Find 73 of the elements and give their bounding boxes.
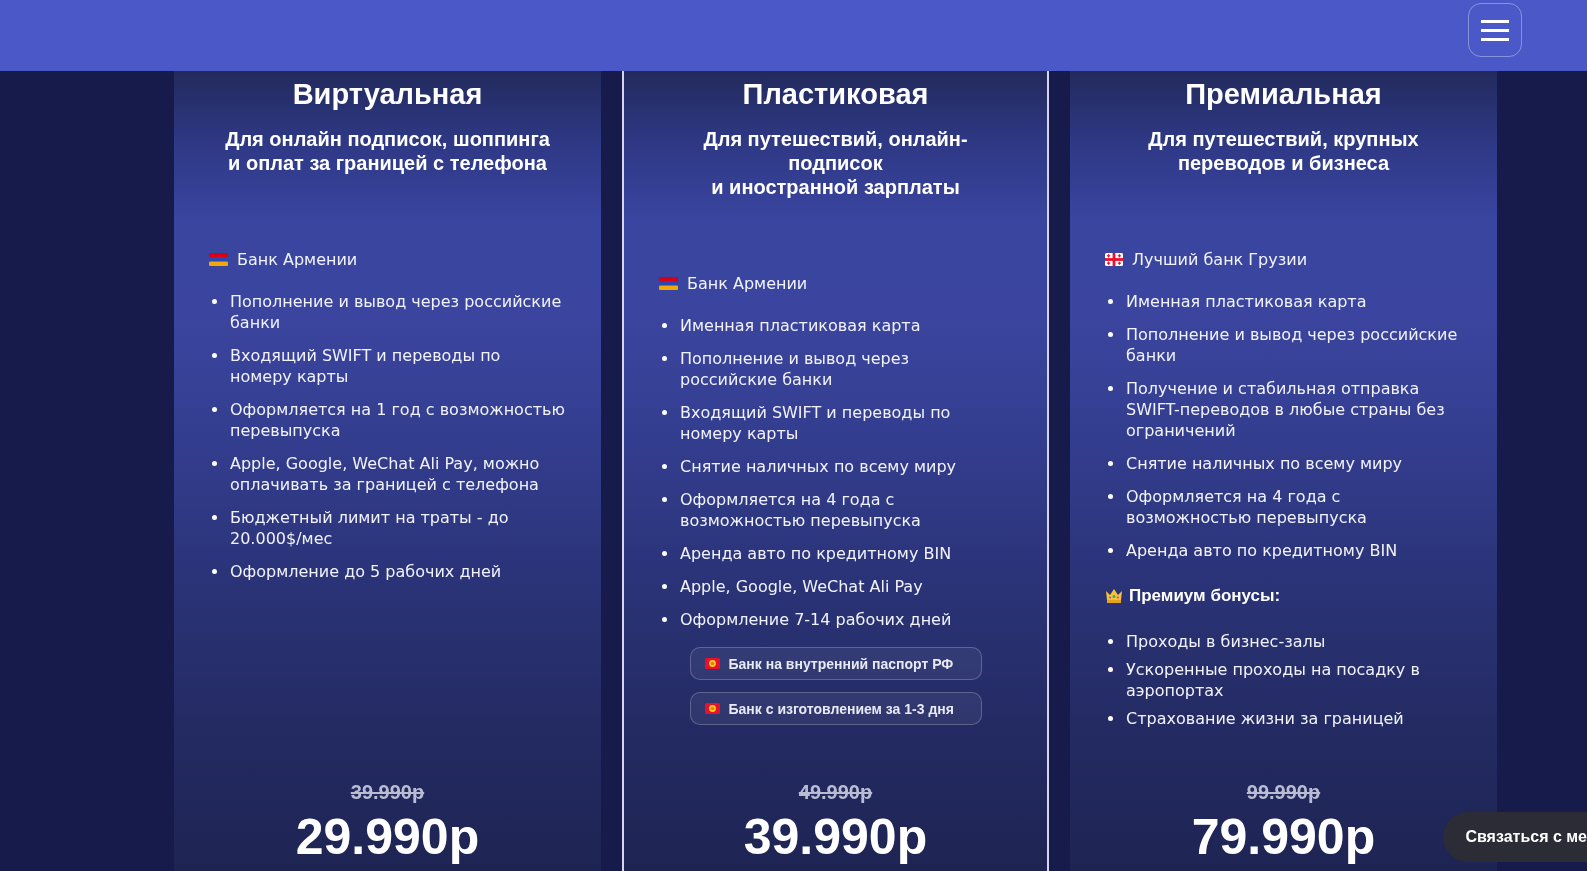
bank-name: Банк Армении [687, 273, 808, 294]
bullet-icon [662, 356, 667, 361]
feature-text: Аренда авто по кредитному BIN [1126, 540, 1398, 561]
bullet-icon [1108, 299, 1113, 304]
bullet-icon [662, 464, 667, 469]
feature-text: Apple, Google, WeChat Ali Pay, можно оплачивать за границей с телефона [230, 453, 541, 495]
plan-subtitle: Для онлайн подписок, шоппинга и оплат за границей с телефона [224, 127, 551, 175]
feature-text: Оформляется на 4 года с возможностью перевыпуска [1126, 486, 1368, 528]
bank-name: Банк Армении [237, 249, 358, 270]
flag-icon [704, 658, 720, 669]
feature-text: Проходы в бизнес-залы [1126, 631, 1326, 652]
feature-text: Именная пластиковая карта [680, 315, 921, 336]
bank-name: Лучший банк Грузии [1132, 249, 1308, 270]
bank-badge: Банк на внутренний паспорт РФ [689, 647, 982, 680]
menu-icon [1481, 19, 1509, 41]
bullet-icon [1108, 667, 1113, 672]
feature-text: Пополнение и вывод через российские банки [680, 348, 911, 390]
feature-text: Оформление 7-14 рабочих дней [680, 609, 952, 630]
bullet-icon [212, 407, 217, 412]
bullet-icon [1108, 639, 1113, 644]
feature-text: Пополнение и вывод через российские банки [230, 291, 563, 333]
bullet-icon [662, 617, 667, 622]
flag-icon [1105, 253, 1123, 266]
plan-subtitle: Для путешествий, крупных переводов и бизнеса [1147, 127, 1420, 175]
bullet-icon [662, 584, 667, 589]
plan-title: Пластиковая [741, 77, 930, 111]
feature-text: Снятие наличных по всему миру [680, 456, 957, 477]
old-price: 99.990р [1245, 780, 1322, 804]
feature-text: Снятие наличных по всему миру [1126, 453, 1403, 474]
bank-badge: Банк с изготовлением за 1-3 дня [689, 692, 982, 725]
feature-text: Именная пластиковая карта [1126, 291, 1367, 312]
feature-text: Входящий SWIFT и переводы по номеру карты [680, 402, 952, 444]
feature-text: Входящий SWIFT и переводы по номеру карты [230, 345, 502, 387]
plan-subtitle: Для путешествий, онлайн- подписок и иностранной зарплаты [702, 127, 969, 199]
feature-text: Оформляется на 1 год с возможностью перевыпуска [230, 399, 566, 441]
feature-text: Ускоренные проходы на посадку в аэропортах [1126, 659, 1421, 701]
bullet-icon [662, 551, 667, 556]
bullet-icon [212, 461, 217, 466]
feature-text: Получение и стабильная отправка SWIFT-переводов в любые страны без ограничений [1126, 378, 1446, 441]
bullet-icon [1108, 332, 1113, 337]
plan-title: Виртуальная [291, 77, 484, 111]
bullet-icon [662, 497, 667, 502]
bullet-icon [212, 299, 217, 304]
flag-icon [209, 253, 228, 266]
bullet-icon [212, 353, 217, 358]
bullet-icon [1108, 386, 1113, 391]
feature-text: Оформление до 5 рабочих дней [230, 561, 502, 582]
feature-text: Пополнение и вывод через российские банки [1126, 324, 1459, 366]
crown-icon [1105, 588, 1123, 603]
flag-icon [659, 277, 678, 290]
contact-button[interactable]: Связаться с ме [1443, 812, 1587, 862]
bullet-icon [212, 569, 217, 574]
feature-text: Бюджетный лимит на траты - до 20.000$/мес [230, 507, 510, 549]
plan-title: Премиальная [1184, 77, 1383, 111]
old-price: 49.990р [797, 780, 874, 804]
bullet-icon [1108, 548, 1113, 553]
price: 29.990р [294, 810, 481, 864]
bullet-icon [662, 323, 667, 328]
bullet-icon [1108, 494, 1113, 499]
feature-text: Apple, Google, WeChat Ali Pay [680, 576, 923, 597]
bullet-icon [212, 515, 217, 520]
menu-button[interactable] [1468, 3, 1522, 57]
old-price: 39.990р [349, 780, 426, 804]
bullet-icon [1108, 716, 1113, 721]
bullet-icon [1108, 461, 1113, 466]
bullet-icon [662, 410, 667, 415]
feature-text: Оформляется на 4 года с возможностью перевыпуска [680, 489, 922, 531]
price: 39.990р [742, 810, 929, 864]
feature-text: Страхование жизни за границей [1126, 708, 1404, 729]
feature-text: Аренда авто по кредитному BIN [680, 543, 952, 564]
price: 79.990р [1190, 810, 1377, 864]
flag-icon [704, 703, 720, 714]
bonus-heading: Премиум бонусы: [1129, 585, 1281, 606]
